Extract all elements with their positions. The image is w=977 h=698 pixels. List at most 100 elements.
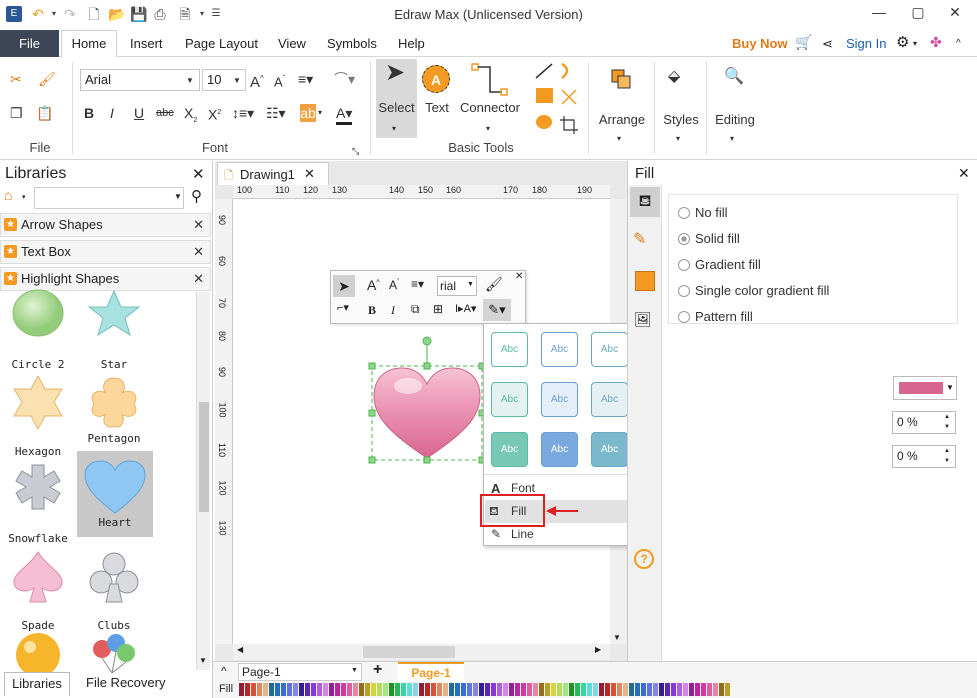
tab-view[interactable]: View: [278, 36, 306, 51]
close-icon[interactable]: ✕: [193, 268, 204, 290]
text-tool-label[interactable]: Text: [420, 100, 454, 115]
format-painter-icon[interactable]: 🖌: [485, 276, 503, 293]
quick-style-swatch[interactable]: Abc: [591, 432, 628, 467]
tab-libraries[interactable]: Libraries: [4, 672, 70, 696]
arrange-icon[interactable]: [610, 68, 632, 90]
connector-label[interactable]: Connector: [458, 100, 522, 115]
library-section-text-box[interactable]: ★ Text Box ✕: [0, 240, 211, 264]
tab-page-layout[interactable]: Page Layout: [185, 36, 258, 51]
bold-icon[interactable]: B: [84, 104, 94, 122]
gradient-fill-radio[interactable]: Gradient fill: [678, 257, 761, 272]
tab-file-recovery[interactable]: File Recovery: [86, 675, 165, 690]
close-icon[interactable]: ✕: [958, 165, 970, 182]
distribute-icon[interactable]: I▸A▾: [455, 302, 476, 315]
help-icon[interactable]: ?: [634, 549, 654, 569]
shape-circle-2[interactable]: Circle 2: [0, 289, 76, 375]
scroll-left-icon[interactable]: ◀: [237, 645, 243, 654]
quick-style-swatch[interactable]: Abc: [491, 382, 528, 417]
quick-style-swatch[interactable]: Abc: [491, 332, 528, 367]
library-section-arrow-shapes[interactable]: ★ Arrow Shapes ✕: [0, 213, 211, 237]
shape-snowflake[interactable]: Snowflake: [0, 463, 76, 549]
shrink-font-icon[interactable]: Aˇ: [389, 278, 399, 292]
minimize-button[interactable]: —: [868, 4, 890, 24]
font-family-select[interactable]: Arial: [80, 69, 200, 91]
bold-icon[interactable]: B: [368, 303, 376, 318]
shape-star[interactable]: Star: [76, 289, 152, 375]
strikethrough-icon[interactable]: abc: [156, 104, 174, 122]
paste-icon[interactable]: 📋: [36, 104, 53, 122]
collapse-up-icon[interactable]: ^: [221, 664, 227, 678]
chevron-down-icon[interactable]: ▾: [318, 104, 322, 122]
file-menu-button[interactable]: File: [0, 30, 59, 57]
single-color-gradient-fill-radio[interactable]: Single color gradient fill: [678, 283, 829, 298]
cart-icon[interactable]: 🛒: [795, 34, 812, 51]
tab-insert[interactable]: Insert: [130, 36, 163, 51]
tab-symbols[interactable]: Symbols: [327, 36, 377, 51]
italic-icon[interactable]: I: [391, 303, 395, 318]
stepper-icon[interactable]: ▲ ▼: [944, 446, 950, 466]
text-direction-icon[interactable]: ⌒▾: [334, 70, 355, 88]
pointer-icon[interactable]: ➤: [333, 275, 355, 297]
subscript-icon[interactable]: X2: [184, 104, 197, 130]
bullets-icon[interactable]: ☷▾: [266, 104, 286, 122]
align-icon[interactable]: ≡▾: [298, 70, 313, 88]
superscript-icon[interactable]: X2: [208, 104, 221, 124]
shape-tools-icon[interactable]: [534, 62, 584, 136]
selected-heart-shape[interactable]: [364, 336, 490, 468]
sign-in-link[interactable]: Sign In: [846, 36, 886, 51]
arrange-icon[interactable]: ⧉: [411, 302, 420, 317]
shape-heart[interactable]: Heart: [77, 451, 153, 537]
close-button[interactable]: ✕: [944, 4, 966, 24]
close-icon[interactable]: ✕: [193, 214, 204, 236]
scrollbar-thumb[interactable]: [199, 402, 209, 512]
close-icon[interactable]: ✕: [515, 271, 523, 282]
highlight-color-icon[interactable]: ab: [300, 104, 316, 122]
horizontal-scrollbar[interactable]: ◀ ▶: [233, 644, 610, 660]
line-spacing-icon[interactable]: ↕≡▾: [232, 104, 254, 122]
scroll-down-icon[interactable]: ▼: [613, 633, 621, 642]
styles-label[interactable]: Styles: [660, 112, 702, 127]
close-icon[interactable]: ✕: [193, 241, 204, 263]
shadow-tab-icon[interactable]: [635, 271, 655, 291]
chevron-down-icon[interactable]: ▾: [22, 193, 26, 201]
styles-icon[interactable]: ✎▾: [483, 299, 511, 321]
stepper-icon[interactable]: ▲ ▼: [944, 412, 950, 432]
underline-icon[interactable]: U: [134, 104, 144, 122]
editing-search-icon[interactable]: 🔍: [724, 68, 744, 86]
search-icon[interactable]: ⚲: [191, 187, 202, 205]
fill-tab-icon[interactable]: ⛾: [630, 187, 660, 217]
cut-icon[interactable]: ✂: [10, 70, 22, 88]
library-scrollbar[interactable]: ▼: [196, 292, 210, 670]
grow-font-icon[interactable]: A^: [367, 277, 380, 293]
shrink-font-icon[interactable]: Aˇ: [274, 70, 285, 91]
editing-label[interactable]: Editing: [712, 112, 758, 127]
group-icon[interactable]: ⊞: [433, 302, 443, 316]
quick-style-swatch[interactable]: Abc: [591, 382, 628, 417]
shape-hexagon[interactable]: Hexagon: [0, 374, 76, 462]
connector-icon[interactable]: ⌐▾: [337, 301, 349, 314]
close-icon[interactable]: ✕: [304, 166, 315, 182]
font-dialog-launcher-icon[interactable]: ⤡: [352, 142, 359, 160]
color-palette[interactable]: [239, 683, 730, 696]
home-icon[interactable]: ⌂: [4, 187, 12, 203]
text-tool-icon[interactable]: A: [422, 65, 450, 93]
shape-pentagon[interactable]: Pentagon ...: [76, 376, 152, 462]
shape-clubs[interactable]: Clubs: [76, 550, 152, 636]
shape-spade[interactable]: Spade: [0, 550, 76, 636]
document-tab[interactable]: 🗋 Drawing1 ✕: [217, 162, 329, 185]
format-painter-icon[interactable]: 🖌: [38, 70, 56, 88]
add-page-icon[interactable]: +: [373, 661, 382, 679]
quick-style-swatch[interactable]: Abc: [541, 432, 578, 467]
styles-icon[interactable]: ⬙: [668, 68, 680, 86]
font-color-icon[interactable]: A▾: [336, 104, 353, 125]
pattern-fill-radio[interactable]: Pattern fill: [678, 309, 753, 324]
settings-gear-icon[interactable]: ⚙: [896, 33, 909, 51]
no-fill-radio[interactable]: No fill: [678, 205, 728, 220]
library-search-input[interactable]: [34, 187, 184, 209]
scroll-right-icon[interactable]: ▶: [595, 645, 601, 654]
chevron-down-icon[interactable]: ▼: [174, 192, 182, 201]
buy-now-link[interactable]: Buy Now: [732, 36, 788, 51]
line-tab-icon[interactable]: ✎: [633, 229, 646, 249]
tab-home[interactable]: Home: [61, 30, 117, 58]
tab-help[interactable]: Help: [398, 36, 425, 51]
